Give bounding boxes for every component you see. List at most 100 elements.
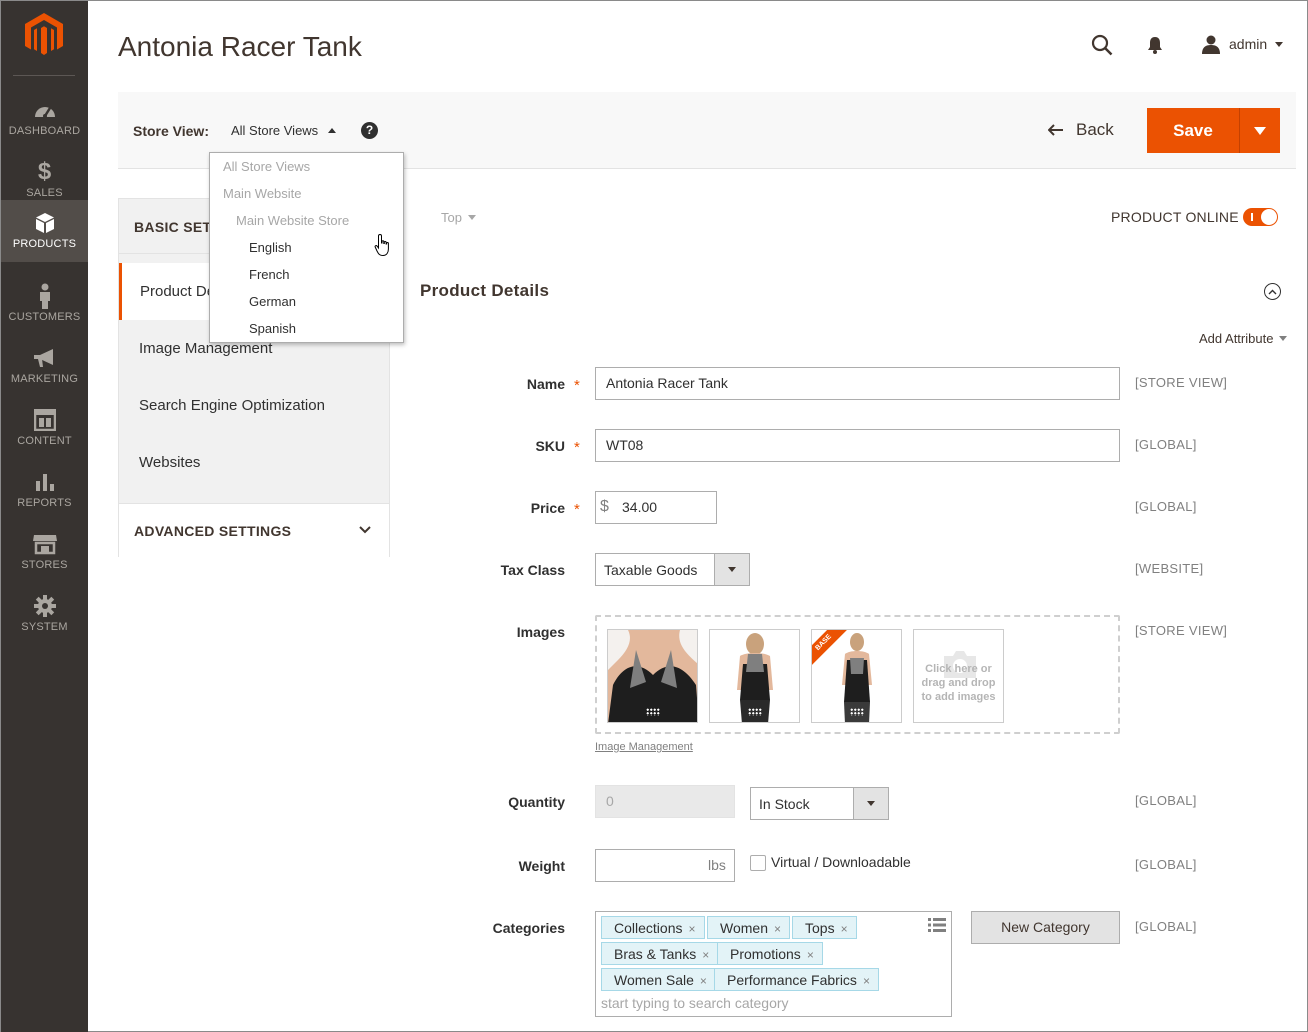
- search-icon: [1091, 34, 1113, 56]
- category-chip: Women Sale ×: [601, 968, 716, 991]
- images-dropzone[interactable]: BASE Click here or drag and drop to add …: [595, 615, 1120, 734]
- quantity-field[interactable]: 0: [595, 785, 735, 818]
- virtual-downloadable-label[interactable]: Virtual / Downloadable: [771, 854, 911, 870]
- save-button[interactable]: Save: [1147, 108, 1239, 153]
- upload-hint: Click here or drag and drop to add image…: [921, 663, 996, 703]
- store-view-option-french[interactable]: French: [249, 267, 289, 282]
- nav-label: CONTENT: [17, 435, 72, 447]
- scope-label: [GLOBAL]: [1135, 919, 1197, 934]
- product-image-thumbnail[interactable]: [607, 629, 698, 723]
- image-management-link[interactable]: Image Management: [595, 741, 693, 753]
- help-icon[interactable]: ?: [361, 122, 378, 139]
- page-title: Antonia Racer Tank: [118, 31, 362, 62]
- layout-icon: [33, 409, 56, 431]
- drag-handle-icon[interactable]: [646, 708, 660, 716]
- list-icon[interactable]: [928, 918, 946, 932]
- tab-label: Search Engine Optimization: [139, 397, 325, 414]
- name-field[interactable]: Antonia Racer Tank: [595, 367, 1120, 400]
- tab-label: Product De: [140, 283, 216, 300]
- store-view-option: Main Website: [223, 186, 302, 201]
- scope-value: Top: [441, 210, 462, 225]
- remove-chip-icon[interactable]: ×: [688, 922, 695, 936]
- product-image-thumbnail[interactable]: [709, 629, 800, 723]
- chevron-down-icon: [359, 526, 371, 534]
- save-options-toggle[interactable]: [1239, 108, 1280, 153]
- scope-switcher[interactable]: Top: [441, 210, 476, 225]
- store-view-option: All Store Views: [223, 159, 311, 174]
- tax-class-select[interactable]: Taxable Goods: [595, 553, 750, 586]
- remove-chip-icon[interactable]: ×: [774, 922, 781, 936]
- sku-field[interactable]: WT08: [595, 429, 1120, 462]
- drag-handle-icon[interactable]: [850, 708, 864, 716]
- weight-unit: lbs: [708, 857, 726, 873]
- store-view-switcher[interactable]: All Store Views: [231, 123, 337, 138]
- nav-stores[interactable]: STORES: [1, 521, 88, 583]
- user-icon: [1202, 35, 1220, 54]
- magento-logo-icon[interactable]: [23, 11, 65, 57]
- required-marker: *: [574, 501, 580, 518]
- price-field[interactable]: 34.00: [595, 491, 717, 524]
- drag-handle-icon[interactable]: [748, 708, 762, 716]
- nav-reports[interactable]: REPORTS: [1, 459, 88, 521]
- sku-label: SKU: [535, 438, 565, 454]
- chip-label: Women: [720, 920, 768, 936]
- store-view-label: Store View:: [133, 123, 209, 139]
- store-view-option-english[interactable]: English: [249, 240, 292, 255]
- user-menu[interactable]: admin: [1201, 34, 1284, 54]
- nav-customers[interactable]: CUSTOMERS: [1, 273, 88, 335]
- person-icon: [39, 283, 50, 309]
- scope-label: [GLOBAL]: [1135, 793, 1197, 808]
- scope-label: [GLOBAL]: [1135, 857, 1197, 872]
- nav-label: STORES: [21, 559, 68, 571]
- nav-label: MARKETING: [10, 373, 79, 385]
- add-attribute-button[interactable]: Add Attribute: [1199, 331, 1288, 346]
- nav-label: CUSTOMERS: [8, 311, 81, 323]
- nav-dashboard[interactable]: DASHBOARD: [1, 87, 88, 149]
- virtual-downloadable-checkbox[interactable]: [750, 855, 766, 871]
- product-online-label: PRODUCT ONLINE: [1111, 209, 1239, 225]
- nav-marketing[interactable]: MARKETING: [1, 335, 88, 397]
- product-image-thumbnail-base[interactable]: BASE: [811, 629, 902, 723]
- hand-cursor-icon: [374, 233, 389, 257]
- category-chip: Promotions ×: [717, 942, 823, 965]
- image-upload-area[interactable]: Click here or drag and drop to add image…: [913, 629, 1004, 723]
- nav-products[interactable]: PRODUCTS: [1, 200, 88, 262]
- tab-label: Websites: [139, 454, 201, 471]
- caret-down-icon: [1275, 41, 1284, 47]
- price-label: Price: [530, 500, 565, 516]
- stock-status-select[interactable]: In Stock: [750, 787, 889, 820]
- categories-multiselect[interactable]: Collections × Women × Tops × Bras & Tanks × …: [595, 911, 952, 1017]
- advanced-settings-heading[interactable]: ADVANCED SETTINGS: [119, 503, 389, 557]
- remove-chip-icon[interactable]: ×: [807, 948, 814, 962]
- admin-sidebar: DASHBOARD $ SALES PRODUCTS CUSTOMERS MAR…: [1, 1, 88, 1032]
- nav-label: PRODUCTS: [12, 238, 77, 250]
- nav-label: SALES: [26, 187, 63, 199]
- category-chip: Women ×: [707, 916, 790, 939]
- advanced-settings-label: ADVANCED SETTINGS: [134, 523, 292, 539]
- remove-chip-icon[interactable]: ×: [702, 948, 709, 962]
- product-online-toggle[interactable]: [1243, 208, 1278, 226]
- nav-content[interactable]: CONTENT: [1, 397, 88, 459]
- store-view-option-german[interactable]: German: [249, 294, 296, 309]
- weight-label: Weight: [518, 858, 565, 874]
- remove-chip-icon[interactable]: ×: [841, 922, 848, 936]
- currency-symbol: $: [600, 498, 609, 515]
- notifications-button[interactable]: [1146, 35, 1164, 60]
- back-button[interactable]: Back: [1048, 120, 1114, 140]
- remove-chip-icon[interactable]: ×: [863, 974, 870, 988]
- dashboard-icon: [34, 107, 55, 118]
- tab-websites[interactable]: Websites: [119, 434, 389, 491]
- categories-search-input[interactable]: start typing to search category: [601, 995, 789, 1011]
- remove-chip-icon[interactable]: ×: [700, 974, 707, 988]
- tax-class-label: Tax Class: [500, 562, 565, 578]
- bell-icon: [1148, 37, 1162, 54]
- new-category-button[interactable]: New Category: [971, 911, 1120, 944]
- caret-down-icon: [1254, 126, 1266, 135]
- collapse-section-button[interactable]: [1264, 283, 1281, 300]
- chip-label: Collections: [614, 920, 683, 936]
- tab-seo[interactable]: Search Engine Optimization: [119, 377, 389, 434]
- global-search-button[interactable]: [1091, 34, 1113, 61]
- store-view-option-spanish[interactable]: Spanish: [249, 321, 296, 336]
- basic-settings-label: BASIC SETT: [134, 219, 221, 235]
- nav-system[interactable]: SYSTEM: [1, 583, 88, 645]
